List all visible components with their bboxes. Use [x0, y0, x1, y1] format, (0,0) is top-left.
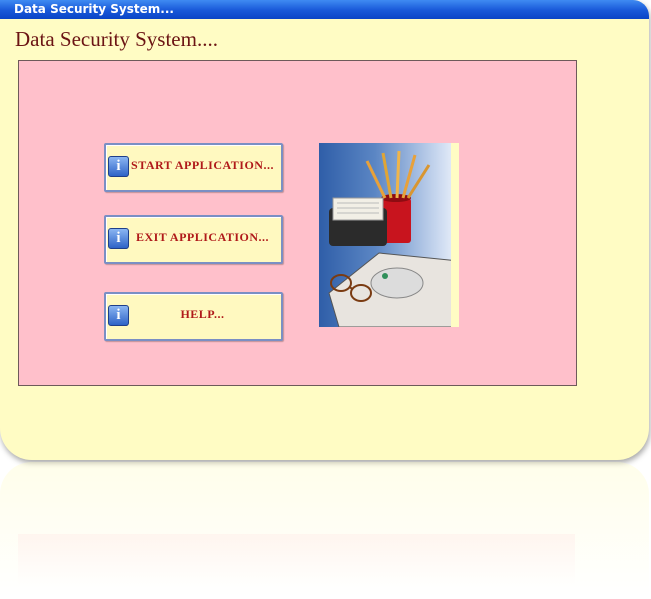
office-supplies-illustration — [328, 150, 459, 327]
image-edge-strip — [451, 143, 459, 327]
window-title: Data Security System... — [14, 2, 174, 16]
help-button[interactable]: i HELP... — [104, 292, 283, 341]
page-title: Data Security System.... — [15, 27, 218, 51]
title-bar[interactable]: Data Security System... — [0, 0, 649, 19]
window-reflection — [0, 462, 649, 597]
panel-reflection — [18, 534, 575, 584]
office-supplies-image — [319, 143, 459, 327]
info-icon: i — [108, 305, 129, 326]
start-application-button[interactable]: i START APPLICATION... — [104, 143, 283, 192]
app-window: Data Security System... Data Security Sy… — [0, 0, 649, 460]
info-icon: i — [108, 228, 129, 249]
exit-application-button[interactable]: i EXIT APPLICATION... — [104, 215, 283, 264]
start-application-label: START APPLICATION... — [131, 158, 274, 172]
info-icon: i — [108, 156, 129, 177]
main-panel: i START APPLICATION... i EXIT APPLICATIO… — [18, 60, 577, 386]
exit-application-label: EXIT APPLICATION... — [135, 230, 270, 244]
help-label: HELP... — [180, 307, 225, 321]
